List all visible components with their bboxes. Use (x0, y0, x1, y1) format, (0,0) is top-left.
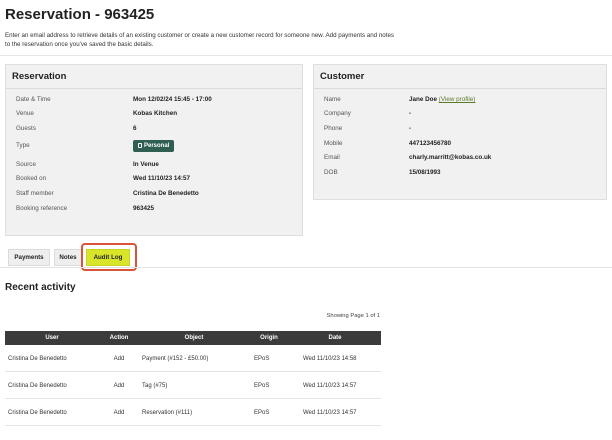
row-user: Cristina De Benedetto (8, 356, 67, 362)
panel-rule (6, 88, 302, 89)
email-label: Email (324, 154, 340, 161)
mobile-value: 447123456780 (409, 140, 452, 147)
venue-label: Venue (16, 110, 34, 117)
reservation-heading: Reservation (12, 71, 67, 82)
row-origin: EPoS (254, 383, 270, 389)
table-header: User Action Object Origin Date (5, 331, 381, 345)
row-object: Tag (#75) (142, 383, 168, 389)
source-value: In Venue (133, 161, 159, 168)
company-label: Company (324, 110, 351, 117)
date-time-value: Mon 12/02/24 15:45 - 17:00 (133, 96, 212, 103)
name-value-wrap: Jane Doe (View profile) (409, 96, 475, 104)
panel-rule (314, 88, 606, 89)
guests-label: Guests (16, 125, 36, 132)
customer-panel: Customer Name Jane Doe (View profile) Co… (313, 64, 607, 200)
activity-table: User Action Object Origin Date Cristina … (5, 331, 381, 426)
row-object: Reservation (#111) (142, 410, 193, 416)
paging-text: Showing Page 1 of 1 (326, 313, 381, 319)
view-profile-link[interactable]: (View profile) (439, 96, 476, 103)
row-date: Wed 11/10/23 14:57 (303, 410, 357, 416)
dob-label: DOB (324, 169, 338, 176)
row-date: Wed 11/10/23 14:58 (303, 356, 357, 362)
header-date: Date (328, 335, 342, 341)
row-action: Add (113, 383, 125, 389)
type-badge: Personal (133, 140, 175, 152)
staff-label: Staff member (16, 190, 54, 197)
booked-on-value: Wed 11/10/23 14:57 (133, 175, 190, 182)
row-user: Cristina De Benedetto (8, 410, 67, 416)
table-row: Cristina De Benedetto Add Reservation (#… (5, 399, 381, 426)
customer-heading: Customer (320, 71, 365, 82)
type-label: Type (16, 142, 30, 149)
header-origin: Origin (260, 335, 278, 341)
row-object: Payment (#152 - £50.00) (142, 356, 209, 362)
tab-payments[interactable]: Payments (8, 249, 50, 266)
type-badge-label: Personal (144, 143, 170, 149)
dob-value: 15/08/1993 (409, 169, 441, 176)
page-title: Reservation - 963425 (5, 6, 155, 23)
email-value: charly.marritt@kobas.co.uk (409, 154, 492, 161)
booked-on-label: Booked on (16, 175, 47, 182)
intro-text: Enter an email address to retrieve detai… (5, 31, 425, 49)
row-origin: EPoS (254, 410, 270, 416)
mobile-label: Mobile (324, 140, 343, 147)
booking-ref-value: 963425 (133, 205, 155, 212)
source-label: Source (16, 161, 36, 168)
booking-ref-label: Booking reference (16, 205, 68, 212)
name-value: Jane Doe (409, 96, 437, 103)
name-label: Name (324, 96, 341, 103)
phone-value: - (409, 125, 412, 132)
venue-value: Kobas Kitchen (133, 110, 178, 117)
row-action: Add (113, 410, 125, 416)
top-divider (0, 55, 612, 56)
company-value: - (409, 110, 412, 117)
tab-notes[interactable]: Notes (54, 249, 82, 266)
row-user: Cristina De Benedetto (8, 383, 67, 389)
intro-line-2: to the reservation once you've saved the… (5, 41, 154, 48)
intro-line-1: Enter an email address to retrieve detai… (5, 32, 394, 39)
guests-value: 6 (133, 125, 137, 132)
tabs-rule (0, 267, 612, 268)
tag-icon (138, 143, 142, 148)
header-action: Action (109, 335, 129, 341)
header-object: Object (184, 335, 204, 341)
row-action: Add (113, 356, 125, 362)
staff-value: Cristina De Benedetto (133, 190, 199, 197)
row-date: Wed 11/10/23 14:57 (303, 383, 357, 389)
reservation-panel: Reservation Date & Time Mon 12/02/24 15:… (5, 64, 303, 236)
phone-label: Phone (324, 125, 343, 132)
table-row: Cristina De Benedetto Add Payment (#152 … (5, 345, 381, 372)
date-time-label: Date & Time (16, 96, 51, 103)
header-user: User (45, 335, 59, 341)
table-row: Cristina De Benedetto Add Tag (#75) EPoS… (5, 372, 381, 399)
row-origin: EPoS (254, 356, 270, 362)
recent-activity-title: Recent activity (5, 282, 76, 293)
